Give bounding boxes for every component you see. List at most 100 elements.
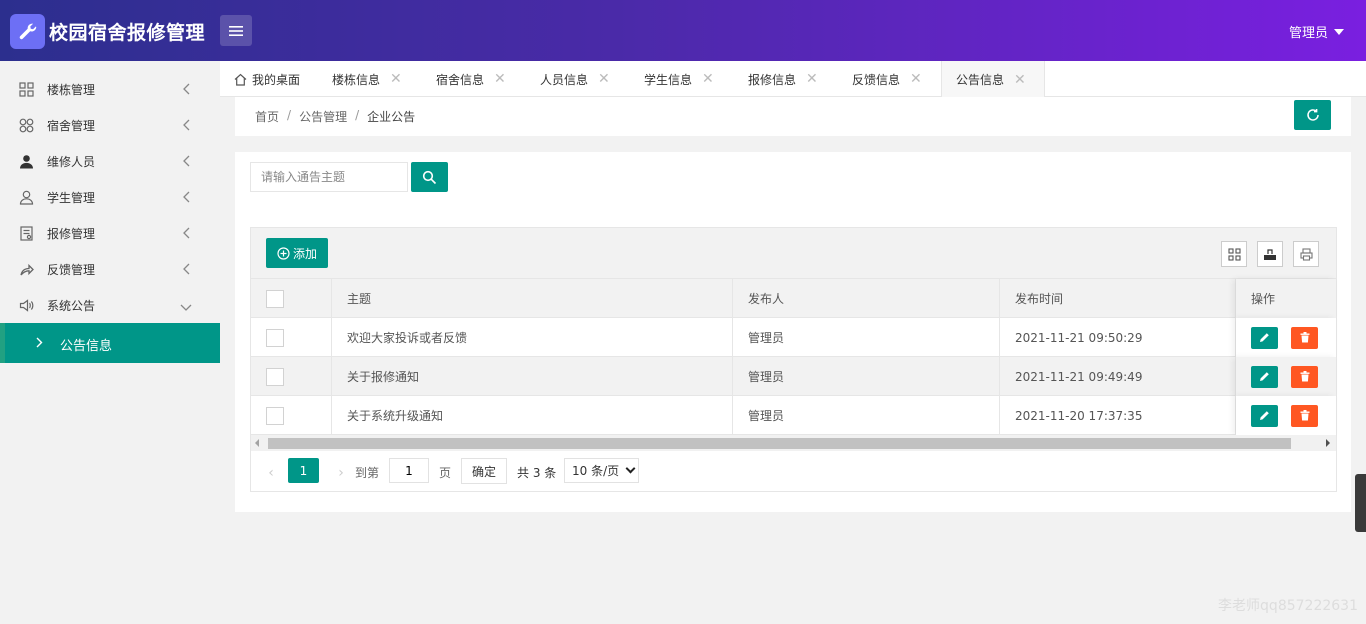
pencil-icon [1260, 411, 1269, 420]
breadcrumb-home[interactable]: 首页 [255, 108, 279, 125]
columns-filter-button[interactable] [1221, 241, 1247, 267]
tab-announcement[interactable]: 公告信息 ✕ [941, 61, 1045, 98]
clover-icon [18, 117, 34, 133]
print-button[interactable] [1293, 241, 1319, 267]
scroll-right-icon[interactable] [1326, 439, 1330, 447]
tab-label: 报修信息 [748, 72, 797, 87]
tab-label: 人员信息 [540, 72, 589, 87]
tab-feedback[interactable]: 反馈信息 ✕ [852, 61, 922, 97]
sidebar-item-label: 宿舍管理 [47, 118, 96, 133]
announcement-table: 添加 主题 发布人 发布时间 操作 欢迎大家投诉或者反馈 管理员 2021-11… [250, 227, 1337, 492]
wrench-icon [10, 14, 45, 49]
checkbox-cell [251, 318, 332, 357]
row-time: 2021-11-20 17:37:35 [1015, 408, 1143, 423]
select-all-checkbox[interactable] [266, 289, 284, 308]
delete-button[interactable] [1291, 404, 1318, 427]
tab-label: 楼栋信息 [332, 72, 381, 87]
close-icon[interactable]: ✕ [806, 71, 818, 87]
sidebar-item-label: 系统公告 [47, 298, 96, 313]
time-cell: 2021-11-21 09:49:49 [1000, 357, 1236, 396]
chevron-left-icon [182, 83, 190, 99]
tab-label: 我的桌面 [252, 72, 301, 87]
sidebar-item-repairs[interactable]: 报修管理 [0, 215, 220, 251]
column-title: 主题 [347, 292, 372, 306]
close-icon[interactable]: ✕ [598, 71, 610, 87]
column-actions: 操作 [1251, 292, 1276, 306]
export-button[interactable] [1257, 241, 1283, 267]
chevron-left-icon [182, 155, 190, 171]
sidebar-item-announcement[interactable]: 系统公告 [0, 287, 220, 323]
edit-button[interactable] [1251, 404, 1278, 427]
scroll-left-icon[interactable] [255, 439, 259, 447]
prev-page-button[interactable]: ‹ [261, 461, 281, 485]
sidebar-item-label: 学生管理 [47, 190, 96, 205]
horizontal-scrollbar[interactable] [251, 435, 1336, 451]
sidebar-subitem-label: 公告信息 [60, 339, 113, 354]
edit-button[interactable] [1251, 326, 1278, 349]
top-header: 校园宿舍报修管理 管理员 [0, 0, 1366, 61]
hamburger-icon [229, 25, 243, 36]
row-checkbox[interactable] [266, 328, 284, 347]
search-button[interactable] [411, 162, 448, 192]
sidebar-item-repairers[interactable]: 维修人员 [0, 143, 220, 179]
row-publisher: 管理员 [748, 370, 785, 384]
row-checkbox[interactable] [266, 367, 284, 386]
pagination: ‹ 1 › 到第 页 确定 共 3 条 10 条/页 [251, 451, 1336, 491]
add-button[interactable]: 添加 [266, 238, 328, 268]
tab-staff[interactable]: 人员信息 ✕ [540, 61, 610, 97]
row-checkbox[interactable] [266, 406, 284, 425]
tab-home[interactable]: 我的桌面 [234, 61, 300, 97]
share-icon [18, 261, 34, 277]
breadcrumb-section[interactable]: 公告管理 [299, 108, 347, 125]
refresh-icon [1306, 109, 1319, 121]
row-title: 关于报修通知 [347, 370, 420, 384]
tab-label: 反馈信息 [852, 72, 901, 87]
sidebar-subitem-announcement-info[interactable]: 公告信息 [0, 323, 220, 363]
sidebar-item-label: 维修人员 [47, 154, 96, 169]
chevron-left-icon [182, 191, 190, 207]
row-time: 2021-11-21 09:49:49 [1015, 369, 1143, 384]
row-publisher: 管理员 [748, 409, 785, 423]
next-page-button[interactable]: › [331, 461, 351, 485]
time-cell: 2021-11-20 17:37:35 [1000, 396, 1236, 435]
export-icon [1264, 248, 1276, 260]
side-widget[interactable] [1355, 474, 1366, 532]
tab-building[interactable]: 楼栋信息 ✕ [332, 61, 402, 97]
main-card: 添加 主题 发布人 发布时间 操作 欢迎大家投诉或者反馈 [235, 152, 1351, 512]
watermark: 李老师qq857222631 [1218, 598, 1358, 614]
sidebar-item-feedback[interactable]: 反馈管理 [0, 251, 220, 287]
edit-button[interactable] [1251, 365, 1278, 388]
breadcrumb-current: 企业公告 [367, 110, 416, 124]
menu-toggle-button[interactable] [220, 15, 252, 46]
delete-button[interactable] [1291, 365, 1318, 388]
trash-icon [1300, 371, 1309, 382]
close-icon[interactable]: ✕ [910, 71, 922, 87]
page-input[interactable] [389, 458, 429, 483]
search-input[interactable] [250, 162, 408, 192]
header-checkbox-cell [251, 279, 332, 318]
sidebar-item-building[interactable]: 楼栋管理 [0, 71, 220, 107]
confirm-page-button[interactable]: 确定 [461, 458, 507, 484]
current-page[interactable]: 1 [288, 458, 319, 483]
row-time: 2021-11-21 09:50:29 [1015, 330, 1143, 345]
close-icon[interactable]: ✕ [390, 71, 402, 87]
grid-icon [18, 81, 34, 97]
user-menu[interactable]: 管理员 [1289, 22, 1344, 41]
scrollbar-thumb[interactable] [268, 438, 1291, 449]
close-icon[interactable]: ✕ [1014, 72, 1026, 88]
add-button-label: 添加 [292, 246, 317, 261]
table-row: 关于报修通知 管理员 2021-11-21 09:49:49 [251, 357, 1336, 396]
close-icon[interactable]: ✕ [494, 71, 506, 87]
refresh-button[interactable] [1294, 100, 1331, 130]
actions-cell [1236, 318, 1336, 357]
tab-students[interactable]: 学生信息 ✕ [644, 61, 714, 97]
close-icon[interactable]: ✕ [702, 71, 714, 87]
page-size-select[interactable]: 10 条/页 [564, 458, 639, 483]
tab-dorm[interactable]: 宿舍信息 ✕ [436, 61, 506, 97]
sidebar-item-dorm[interactable]: 宿舍管理 [0, 107, 220, 143]
tab-label: 学生信息 [644, 72, 693, 87]
total-count: 共 3 条 [517, 466, 557, 480]
tab-repairs[interactable]: 报修信息 ✕ [748, 61, 818, 97]
sidebar-item-students[interactable]: 学生管理 [0, 179, 220, 215]
delete-button[interactable] [1291, 326, 1318, 349]
